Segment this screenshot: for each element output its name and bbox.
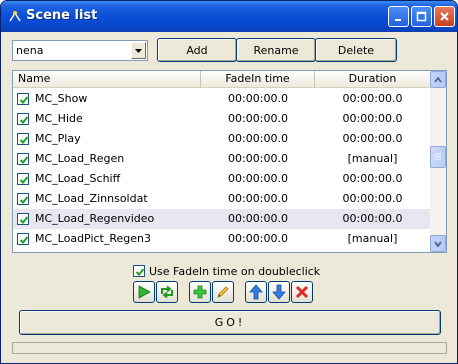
- row-checkbox[interactable]: [17, 233, 29, 245]
- chevron-down-icon: [135, 48, 142, 53]
- row-checkbox[interactable]: [17, 193, 29, 205]
- maximize-button[interactable]: [411, 6, 432, 27]
- swap-icon: [161, 285, 173, 299]
- minimize-button[interactable]: [388, 6, 409, 27]
- close-button[interactable]: [434, 6, 455, 27]
- delete-button[interactable]: Delete: [315, 38, 397, 62]
- fadein-time: 00:00:00.0: [228, 212, 288, 225]
- scene-name: MC_Load_Regenvideo: [35, 212, 155, 225]
- scene-name: MC_LoadPict_Regen3: [35, 232, 152, 245]
- play-icon: [138, 285, 151, 299]
- column-header-name[interactable]: Name: [13, 71, 201, 88]
- table-row[interactable]: MC_Load_Schiff 00:00:00.0 00:00:00.0: [13, 169, 430, 189]
- vertical-scrollbar[interactable]: [430, 71, 446, 252]
- remove-icon: [295, 285, 309, 299]
- edit-icon: [217, 286, 229, 298]
- duration: [manual]: [347, 152, 398, 165]
- fadein-doubleclick-checkbox[interactable]: [133, 265, 145, 277]
- go-button-label: GO!: [214, 316, 246, 329]
- chevron-up-icon: [434, 76, 442, 83]
- window-body: nena Add Rename Delete Name FadeIn time …: [5, 32, 453, 361]
- close-icon: [440, 12, 449, 21]
- checkmark-icon: [19, 176, 29, 184]
- window-title: Scene list: [26, 8, 98, 23]
- scroll-up-button[interactable]: [430, 71, 446, 88]
- row-checkbox[interactable]: [17, 153, 29, 165]
- row-checkbox[interactable]: [17, 113, 29, 125]
- go-button[interactable]: GO!: [19, 310, 441, 335]
- scene-list-select[interactable]: nena: [12, 40, 148, 61]
- fadein-doubleclick-label: Use FadeIn time on doubleclick: [149, 264, 321, 278]
- progress-bar: [12, 342, 447, 354]
- scene-name: MC_Load_Schiff: [35, 172, 121, 185]
- app-icon: [9, 11, 21, 22]
- edit-button[interactable]: [212, 281, 234, 303]
- scene-name: MC_Show: [35, 92, 88, 105]
- row-checkbox[interactable]: [17, 93, 29, 105]
- table-row[interactable]: MC_LoadPict_Regen3 00:00:00.0 [manual]: [13, 229, 430, 249]
- table-row[interactable]: MC_Hide 00:00:00.0 00:00:00.0: [13, 109, 430, 129]
- minimize-icon: [395, 19, 401, 21]
- move-up-button[interactable]: [245, 281, 267, 303]
- scene-list-window: Scene list nena Add Rename Delete Name F…: [0, 0, 458, 364]
- maximize-icon: [416, 11, 427, 22]
- scene-name: MC_Hide: [35, 112, 83, 125]
- table-header: Name FadeIn time Duration: [13, 71, 430, 88]
- fadein-doubleclick-option[interactable]: Use FadeIn time on doubleclick: [133, 263, 320, 279]
- scene-name: MC_Play: [35, 132, 81, 145]
- duration: 00:00:00.0: [342, 192, 403, 205]
- row-checkbox[interactable]: [17, 213, 29, 225]
- checkmark-icon: [19, 216, 29, 224]
- duration: 00:00:00.0: [342, 92, 403, 105]
- table-row[interactable]: MC_Load_Zinnsoldat 00:00:00.0 00:00:00.0: [13, 189, 430, 209]
- move-down-icon: [272, 284, 286, 300]
- table-row[interactable]: MC_Play 00:00:00.0 00:00:00.0: [13, 129, 430, 149]
- play-button[interactable]: [133, 281, 155, 303]
- move-up-icon: [249, 284, 263, 300]
- scroll-thumb[interactable]: [430, 146, 446, 168]
- fadein-time: 00:00:00.0: [228, 152, 288, 165]
- scroll-down-button[interactable]: [430, 235, 446, 252]
- checkmark-icon: [19, 156, 29, 164]
- checkmark-icon: [19, 96, 29, 104]
- column-header-fadein[interactable]: FadeIn time: [201, 71, 315, 88]
- checkmark-icon: [19, 236, 29, 244]
- swap-button[interactable]: [156, 281, 178, 303]
- chevron-down-icon: [434, 240, 442, 247]
- checkmark-icon: [19, 136, 29, 144]
- duration: 00:00:00.0: [342, 112, 403, 125]
- row-checkbox[interactable]: [17, 133, 29, 145]
- table-row[interactable]: MC_Load_Regenvideo 00:00:00.0 00:00:00.0: [13, 209, 430, 229]
- fadein-time: 00:00:00.0: [228, 92, 288, 105]
- duration: 00:00:00.0: [342, 172, 403, 185]
- rename-button[interactable]: Rename: [236, 38, 316, 62]
- dropdown-button[interactable]: [131, 42, 146, 59]
- duration: 00:00:00.0: [342, 132, 403, 145]
- move-down-button[interactable]: [268, 281, 290, 303]
- table-row[interactable]: MC_Load_Regen 00:00:00.0 [manual]: [13, 149, 430, 169]
- fadein-time: 00:00:00.0: [228, 232, 288, 245]
- scene-list-select-value: nena: [16, 44, 44, 57]
- remove-button[interactable]: [291, 281, 313, 303]
- scene-name: MC_Load_Zinnsoldat: [35, 192, 148, 205]
- add-button[interactable]: Add: [157, 38, 237, 62]
- scene-name: MC_Load_Regen: [35, 152, 125, 165]
- duration: 00:00:00.0: [342, 212, 403, 225]
- fadein-time: 00:00:00.0: [228, 132, 288, 145]
- add-icon: [193, 285, 207, 299]
- fadein-time: 00:00:00.0: [228, 172, 288, 185]
- grip-icon: [435, 153, 441, 160]
- title-bar[interactable]: Scene list: [1, 1, 457, 32]
- duration: [manual]: [347, 232, 398, 245]
- checkmark-icon: [19, 116, 29, 124]
- fadein-time: 00:00:00.0: [228, 192, 288, 205]
- row-checkbox[interactable]: [17, 173, 29, 185]
- table-row[interactable]: MC_Show 00:00:00.0 00:00:00.0: [13, 89, 430, 109]
- scene-table: Name FadeIn time Duration MC_Show 00:00:0…: [12, 70, 447, 253]
- checkmark-icon: [135, 268, 145, 276]
- checkmark-icon: [19, 196, 29, 204]
- column-header-duration[interactable]: Duration: [315, 71, 430, 88]
- add-scene-button[interactable]: [189, 281, 211, 303]
- fadein-time: 00:00:00.0: [228, 112, 288, 125]
